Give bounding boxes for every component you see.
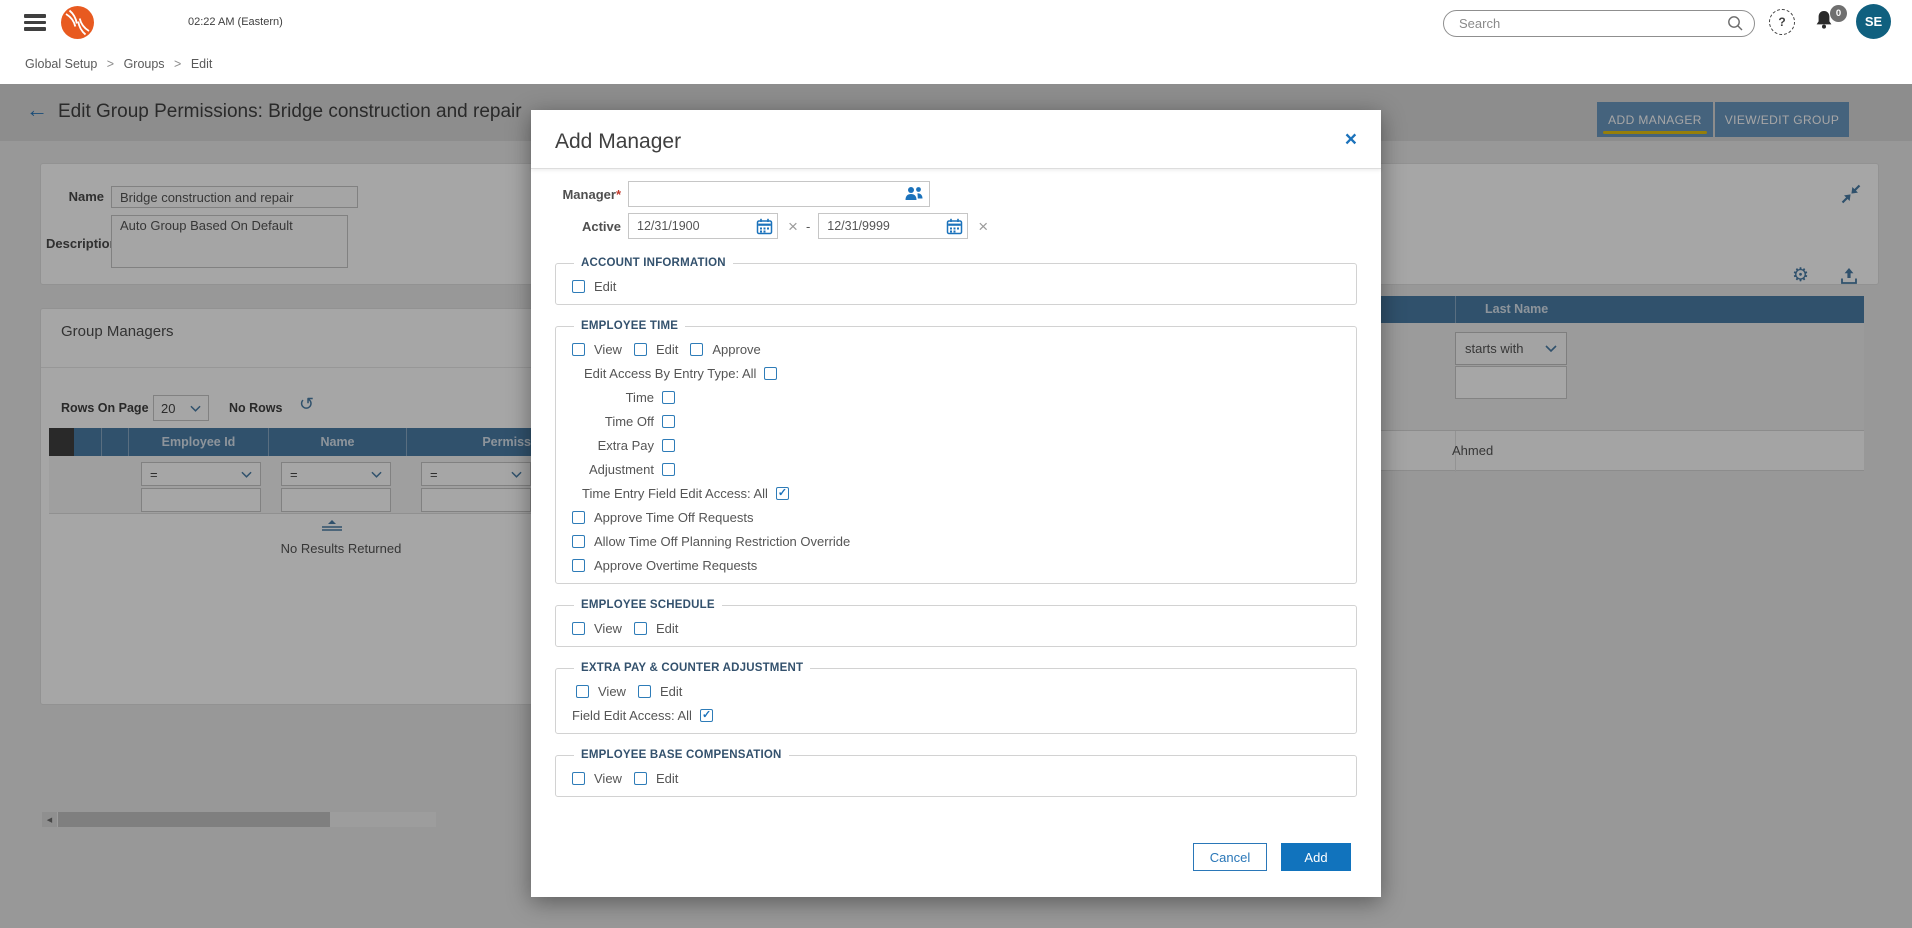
- section-legend: ACCOUNT INFORMATION: [574, 257, 733, 269]
- entry-type-time-checkbox[interactable]: [662, 391, 675, 404]
- base-comp-view-checkbox[interactable]: [572, 772, 585, 785]
- search-icon[interactable]: [1727, 15, 1744, 32]
- entry-type-adjustment-checkbox[interactable]: [662, 463, 675, 476]
- add-manager-modal: Add Manager × Manager* Active: [531, 110, 1381, 897]
- section-legend: EMPLOYEE BASE COMPENSATION: [574, 749, 789, 761]
- cancel-button[interactable]: Cancel: [1193, 843, 1267, 871]
- employee-schedule-section: EMPLOYEE SCHEDULE View Edit: [555, 599, 1357, 647]
- search-box[interactable]: [1443, 10, 1755, 37]
- breadcrumb-global-setup[interactable]: Global Setup: [25, 57, 97, 71]
- menu-icon[interactable]: [24, 14, 46, 31]
- field-edit-access-checkbox[interactable]: [700, 709, 713, 722]
- manager-row: Manager*: [531, 181, 1381, 207]
- date-range-separator: -: [806, 219, 810, 234]
- manager-label: Manager*: [531, 187, 621, 202]
- search-input[interactable]: [1459, 16, 1727, 31]
- add-button[interactable]: Add: [1281, 843, 1351, 871]
- avatar[interactable]: SE: [1856, 4, 1891, 39]
- section-legend: EXTRA PAY & COUNTER ADJUSTMENT: [574, 662, 810, 674]
- calendar-icon[interactable]: [756, 218, 773, 235]
- section-legend: EMPLOYEE TIME: [574, 320, 685, 332]
- time-approve-checkbox[interactable]: [690, 343, 703, 356]
- breadcrumb: Global Setup > Groups > Edit: [25, 57, 212, 71]
- approve-time-off-requests-checkbox[interactable]: [572, 511, 585, 524]
- top-bar: 02:22 AM (Eastern) ? 0 SE: [0, 0, 1912, 46]
- schedule-edit-checkbox[interactable]: [634, 622, 647, 635]
- section-legend: EMPLOYEE SCHEDULE: [574, 599, 722, 611]
- time-edit-checkbox[interactable]: [634, 343, 647, 356]
- employee-time-section: EMPLOYEE TIME View Edit Approve Edit Acc…: [555, 320, 1357, 584]
- entry-type-time-off-checkbox[interactable]: [662, 415, 675, 428]
- modal-footer: Cancel Add: [531, 843, 1381, 897]
- schedule-view-checkbox[interactable]: [572, 622, 585, 635]
- entry-type-extra-pay-checkbox[interactable]: [662, 439, 675, 452]
- close-icon[interactable]: ×: [1345, 128, 1357, 152]
- clear-date-icon[interactable]: ×: [788, 218, 798, 235]
- clock-time: 02:22 AM (Eastern): [188, 16, 283, 28]
- notification-badge: 0: [1830, 5, 1847, 22]
- breadcrumb-edit: Edit: [191, 57, 213, 71]
- help-icon[interactable]: ?: [1769, 9, 1795, 35]
- extra-pay-view-checkbox[interactable]: [576, 685, 589, 698]
- account-edit-checkbox[interactable]: [572, 280, 585, 293]
- modal-title: Add Manager: [555, 130, 1357, 154]
- edit-access-by-entry-type-checkbox[interactable]: [764, 367, 777, 380]
- modal-header: Add Manager ×: [531, 110, 1381, 169]
- breadcrumb-groups[interactable]: Groups: [124, 57, 165, 71]
- extra-pay-counter-adjustment-section: EXTRA PAY & COUNTER ADJUSTMENT View Edit…: [555, 662, 1357, 734]
- base-comp-edit-checkbox[interactable]: [634, 772, 647, 785]
- allow-time-off-planning-restriction-override-checkbox[interactable]: [572, 535, 585, 548]
- notifications-button[interactable]: 0: [1813, 8, 1847, 38]
- approve-overtime-requests-checkbox[interactable]: [572, 559, 585, 572]
- select-people-icon[interactable]: [903, 186, 925, 201]
- employee-base-compensation-section: EMPLOYEE BASE COMPENSATION View Edit: [555, 749, 1357, 797]
- app-logo-icon[interactable]: [60, 5, 95, 40]
- active-dates-row: Active × -: [531, 213, 1381, 239]
- clear-date-icon[interactable]: ×: [978, 218, 988, 235]
- breadcrumb-bar: Global Setup > Groups > Edit: [0, 46, 1912, 84]
- manager-input[interactable]: [628, 181, 930, 207]
- active-label: Active: [531, 219, 621, 234]
- modal-body: Manager* Active: [531, 169, 1381, 897]
- calendar-icon[interactable]: [946, 218, 963, 235]
- time-view-checkbox[interactable]: [572, 343, 585, 356]
- extra-pay-edit-checkbox[interactable]: [638, 685, 651, 698]
- time-entry-field-edit-access-checkbox[interactable]: [776, 487, 789, 500]
- account-information-section: ACCOUNT INFORMATION Edit: [555, 257, 1357, 305]
